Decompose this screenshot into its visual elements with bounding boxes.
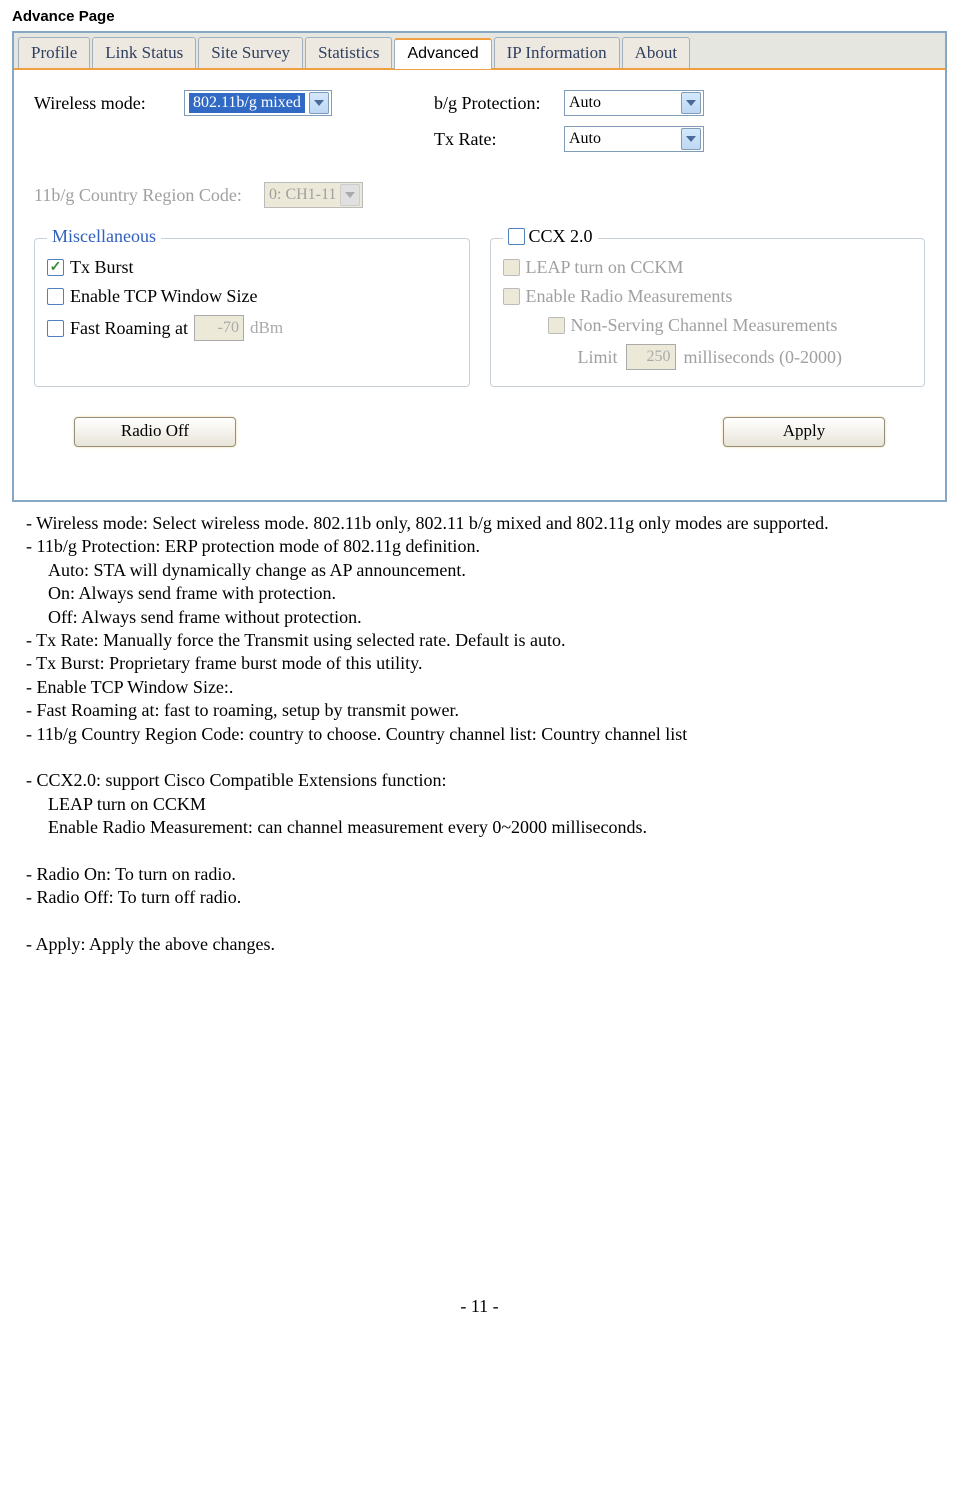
desc-line: - Tx Burst: Proprietary frame burst mode… bbox=[26, 652, 947, 675]
tx-burst-label: Tx Burst bbox=[70, 257, 134, 278]
wireless-mode-value: 802.11b/g mixed bbox=[189, 93, 305, 113]
page-footer: - 11 - bbox=[12, 1296, 947, 1317]
radio-meas-checkbox bbox=[503, 288, 520, 305]
desc-line: - Apply: Apply the above changes. bbox=[26, 933, 947, 956]
limit-label: Limit bbox=[578, 347, 618, 368]
apply-button[interactable]: Apply bbox=[723, 417, 885, 447]
non-serving-checkbox bbox=[548, 317, 565, 334]
limit-input bbox=[626, 344, 676, 370]
tab-link-status[interactable]: Link Status bbox=[92, 37, 196, 68]
app-window: Profile Link Status Site Survey Statisti… bbox=[12, 31, 947, 502]
leap-checkbox bbox=[503, 259, 520, 276]
tcp-window-checkbox[interactable] bbox=[47, 288, 64, 305]
misc-legend: Miscellaneous bbox=[47, 226, 161, 247]
ccx-legend: CCX 2.0 bbox=[529, 226, 593, 247]
miscellaneous-group: Miscellaneous Tx Burst Enable TCP Window… bbox=[34, 238, 470, 387]
fast-roaming-input bbox=[194, 315, 244, 341]
desc-line: - Tx Rate: Manually force the Transmit u… bbox=[26, 629, 947, 652]
tab-bar: Profile Link Status Site Survey Statisti… bbox=[14, 33, 945, 70]
ccx-group: CCX 2.0 LEAP turn on CCKM Enable Radio M… bbox=[490, 238, 926, 387]
tab-advanced[interactable]: Advanced bbox=[394, 38, 491, 69]
country-region-label: 11b/g Country Region Code: bbox=[34, 185, 264, 206]
tab-about[interactable]: About bbox=[622, 37, 691, 68]
wireless-mode-label: Wireless mode: bbox=[34, 93, 184, 114]
tcp-window-label: Enable TCP Window Size bbox=[70, 286, 257, 307]
radio-off-button[interactable]: Radio Off bbox=[74, 417, 236, 447]
page-heading: Advance Page bbox=[12, 8, 947, 25]
desc-line: Enable Radio Measurement: can channel me… bbox=[48, 816, 947, 839]
bg-protection-label: b/g Protection: bbox=[434, 93, 564, 114]
desc-line: LEAP turn on CCKM bbox=[48, 793, 947, 816]
radio-meas-label: Enable Radio Measurements bbox=[526, 286, 733, 307]
chevron-down-icon bbox=[681, 92, 701, 114]
country-region-value: 0: CH1-11 bbox=[269, 186, 336, 204]
chevron-down-icon bbox=[681, 128, 701, 150]
desc-line: - Radio Off: To turn off radio. bbox=[26, 886, 947, 909]
non-serving-label: Non-Serving Channel Measurements bbox=[571, 315, 838, 336]
tab-content: Wireless mode: 802.11b/g mixed b/g Prote… bbox=[14, 70, 945, 500]
desc-line: Off: Always send frame without protectio… bbox=[48, 606, 947, 629]
tx-burst-checkbox[interactable] bbox=[47, 259, 64, 276]
description-text: - Wireless mode: Select wireless mode. 8… bbox=[26, 512, 947, 956]
leap-label: LEAP turn on CCKM bbox=[526, 257, 684, 278]
fast-roaming-unit: dBm bbox=[250, 318, 283, 338]
desc-line: - 11b/g Country Region Code: country to … bbox=[26, 723, 947, 746]
tx-rate-select[interactable]: Auto bbox=[564, 126, 704, 152]
tx-rate-value: Auto bbox=[569, 130, 677, 148]
chevron-down-icon bbox=[309, 92, 329, 114]
tab-profile[interactable]: Profile bbox=[18, 37, 90, 68]
desc-line: - Wireless mode: Select wireless mode. 8… bbox=[26, 512, 947, 535]
desc-line: - 11b/g Protection: ERP protection mode … bbox=[26, 535, 947, 558]
wireless-mode-select[interactable]: 802.11b/g mixed bbox=[184, 90, 332, 116]
desc-line: - Radio On: To turn on radio. bbox=[26, 863, 947, 886]
fast-roaming-checkbox[interactable] bbox=[47, 320, 64, 337]
ccx-checkbox[interactable] bbox=[508, 228, 525, 245]
tab-ip-information[interactable]: IP Information bbox=[494, 37, 620, 68]
fast-roaming-label: Fast Roaming at bbox=[70, 318, 188, 339]
desc-line: Auto: STA will dynamically change as AP … bbox=[48, 559, 947, 582]
bg-protection-select[interactable]: Auto bbox=[564, 90, 704, 116]
desc-line: - Fast Roaming at: fast to roaming, setu… bbox=[26, 699, 947, 722]
tab-statistics[interactable]: Statistics bbox=[305, 37, 392, 68]
tx-rate-label: Tx Rate: bbox=[434, 129, 564, 150]
country-region-select: 0: CH1-11 bbox=[264, 182, 363, 208]
tab-site-survey[interactable]: Site Survey bbox=[198, 37, 303, 68]
desc-line: - Enable TCP Window Size:. bbox=[26, 676, 947, 699]
chevron-down-icon bbox=[340, 184, 360, 206]
desc-line: On: Always send frame with protection. bbox=[48, 582, 947, 605]
desc-line: - CCX2.0: support Cisco Compatible Exten… bbox=[26, 769, 947, 792]
bg-protection-value: Auto bbox=[569, 94, 677, 112]
limit-unit: milliseconds (0-2000) bbox=[684, 347, 842, 368]
